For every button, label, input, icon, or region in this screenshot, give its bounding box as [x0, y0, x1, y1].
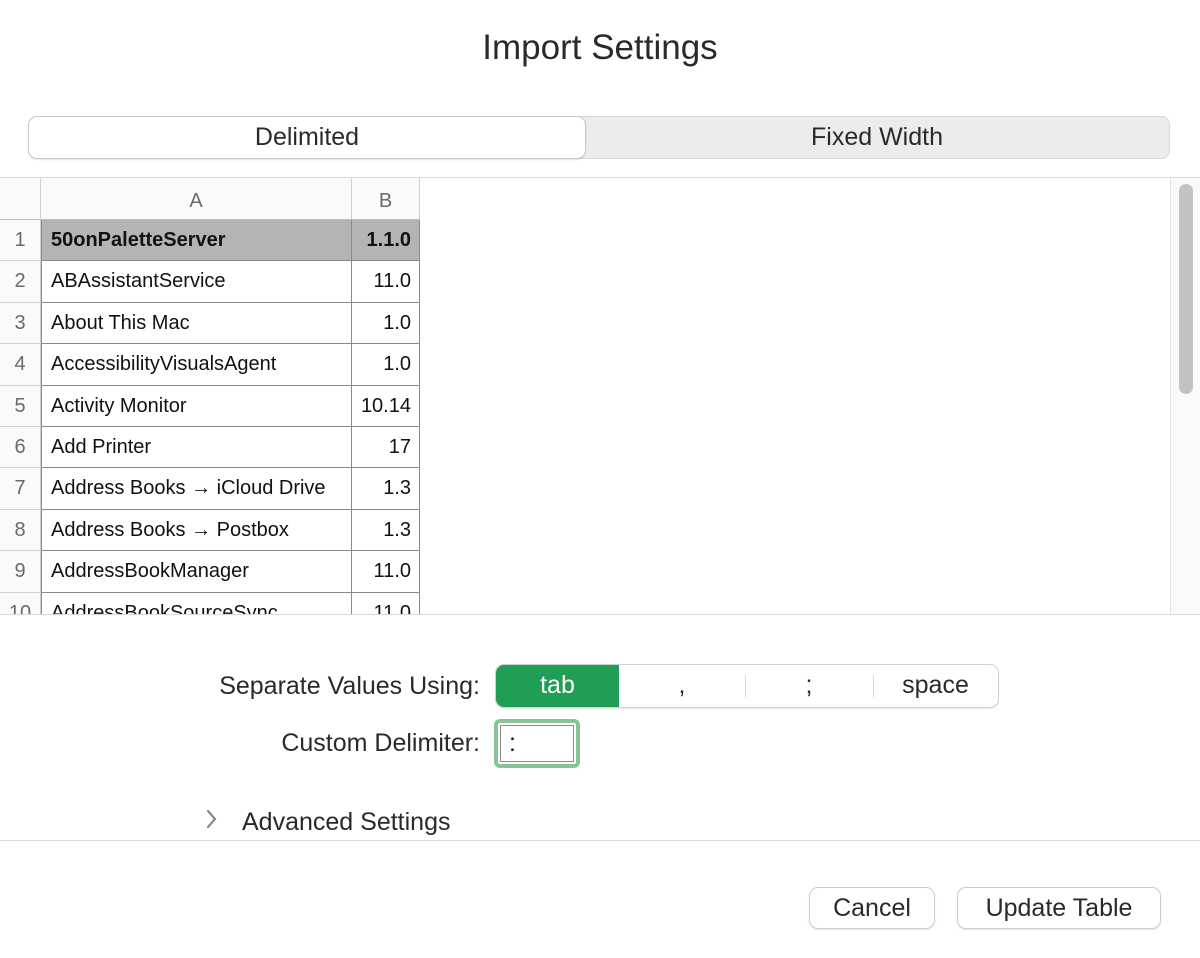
chevron-right-icon: [205, 808, 219, 837]
cell-a: AddressBookSourceSync: [41, 592, 352, 614]
row-number: 9: [0, 551, 41, 593]
column-header-b: B: [352, 178, 420, 220]
separator-option-comma[interactable]: ,: [619, 665, 745, 707]
cell-b: 1.1.0: [352, 220, 420, 262]
scrollbar-thumb[interactable]: [1179, 184, 1193, 394]
tab-fixed-width[interactable]: Fixed Width: [585, 117, 1169, 158]
cell-b: 1.0: [352, 344, 420, 386]
cell-a: AddressBookManager: [41, 551, 352, 593]
row-number: 5: [0, 385, 41, 427]
table-preview: A B 1 50onPaletteServer 1.1.0 2 ABAssist…: [0, 177, 1200, 615]
tab-delimited[interactable]: Delimited: [29, 117, 585, 158]
cell-a: About This Mac: [41, 302, 352, 345]
cancel-button[interactable]: Cancel: [810, 888, 934, 928]
row-number: 10: [0, 592, 41, 614]
dialog-title: Import Settings: [482, 28, 718, 67]
row-number: 3: [0, 302, 41, 345]
column-header-a: A: [41, 178, 352, 220]
custom-delimiter-focus-ring: [494, 719, 580, 768]
cell-b: 11.0: [352, 261, 420, 303]
cell-a: AccessibilityVisualsAgent: [41, 344, 352, 386]
cell-a: Activity Monitor: [41, 385, 352, 427]
row-number: 2: [0, 261, 41, 303]
separator-option-tab[interactable]: tab: [496, 665, 619, 707]
row-number: 4: [0, 344, 41, 386]
cell-a: 50onPaletteServer: [41, 220, 352, 262]
custom-delimiter-input[interactable]: [500, 725, 574, 762]
row-number: 7: [0, 468, 41, 510]
grid-corner: [0, 178, 41, 220]
cell-a: ABAssistantService: [41, 261, 352, 303]
import-mode-segmented-control: Delimited Fixed Width: [28, 116, 1170, 159]
cell-b: 17: [352, 427, 420, 469]
separator-segmented-control: tab , ; space: [496, 665, 998, 707]
separate-values-label: Separate Values Using:: [219, 672, 480, 700]
custom-delimiter-label: Custom Delimiter:: [281, 729, 480, 757]
cell-b: 11.0: [352, 551, 420, 593]
cell-a: Address Books → Postbox: [41, 509, 352, 552]
cell-b: 1.0: [352, 302, 420, 345]
update-table-button[interactable]: Update Table: [958, 888, 1160, 928]
cell-a: Add Printer: [41, 427, 352, 469]
footer-divider: [0, 840, 1200, 841]
cell-a: Address Books → iCloud Drive: [41, 468, 352, 510]
cell-b: 1.3: [352, 468, 420, 510]
cell-b: 1.3: [352, 509, 420, 552]
cell-b: 11.0: [352, 592, 420, 614]
cell-b: 10.14: [352, 385, 420, 427]
separator-option-space[interactable]: space: [873, 665, 998, 707]
advanced-settings-label: Advanced Settings: [242, 808, 451, 836]
separator-option-semicolon[interactable]: ;: [745, 665, 873, 707]
row-number: 8: [0, 509, 41, 552]
row-number: 6: [0, 427, 41, 469]
preview-scrollbar[interactable]: [1170, 178, 1200, 614]
row-number: 1: [0, 220, 41, 262]
